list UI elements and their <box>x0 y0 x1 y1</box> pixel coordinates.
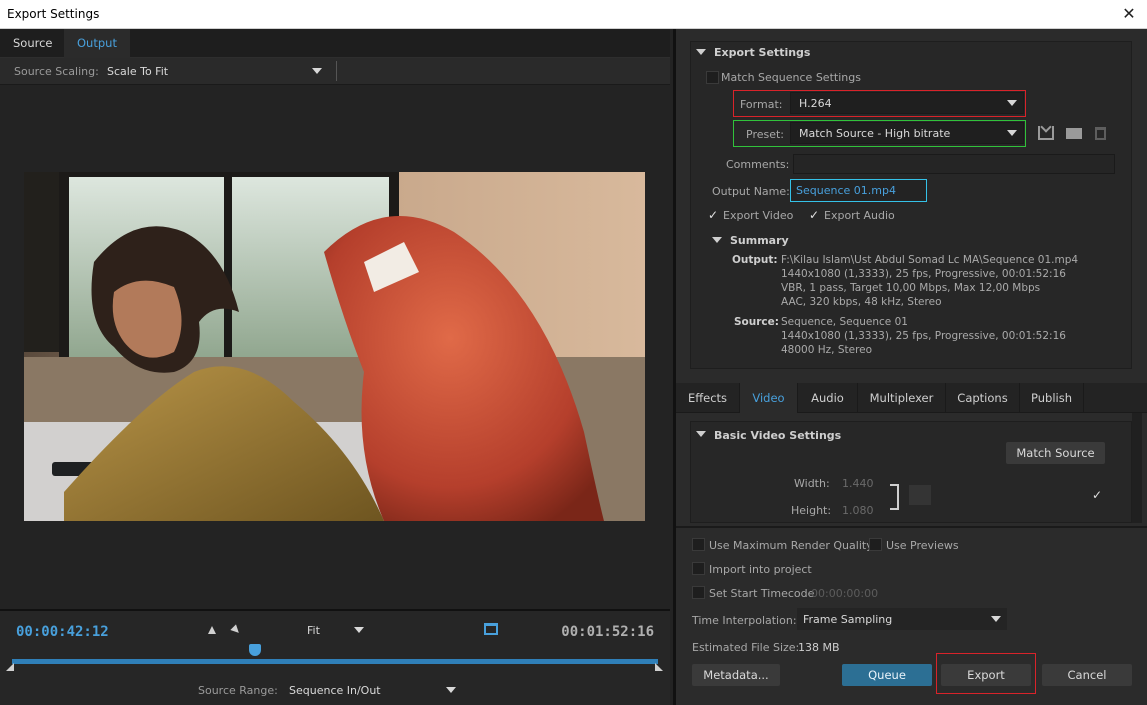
zoom-value: Fit <box>307 624 320 637</box>
queue-button[interactable]: Queue <box>842 664 932 686</box>
out-point-icon[interactable] <box>655 663 663 671</box>
use-previews-label: Use Previews <box>886 539 959 552</box>
video-preview <box>24 172 645 521</box>
match-sequence-label: Match Sequence Settings <box>721 71 861 84</box>
tab-source[interactable]: Source <box>0 29 66 58</box>
time-interpolation-dropdown[interactable]: Frame Sampling <box>797 608 1007 630</box>
start-timecode-label: Set Start Timecode <box>709 587 815 600</box>
output-name-field[interactable]: Sequence 01.mp4 <box>790 179 927 202</box>
width-label: Width: <box>794 477 830 490</box>
match-sequence-checkbox[interactable] <box>706 71 719 84</box>
comments-label: Comments: <box>726 158 790 171</box>
tab-multiplexer[interactable]: Multiplexer <box>858 383 946 413</box>
estimated-size-label: Estimated File Size: <box>692 641 800 654</box>
width-value[interactable]: 1.440 <box>842 477 874 490</box>
output-name-link[interactable]: Sequence 01.mp4 <box>796 184 896 197</box>
video-frame-image <box>24 172 645 521</box>
timeline-track[interactable] <box>12 659 658 664</box>
output-name-label: Output Name: <box>712 185 790 198</box>
tab-captions[interactable]: Captions <box>946 383 1020 413</box>
summary-output-line: F:\Kilau Islam\Ust Abdul Somad Lc MA\Seq… <box>781 254 1079 266</box>
summary-output-line: 1440x1080 (1,3333), 25 fps, Progressive,… <box>781 268 1066 280</box>
import-preset-icon[interactable] <box>1066 128 1082 139</box>
tab-audio[interactable]: Audio <box>798 383 858 413</box>
source-range-label: Source Range: <box>198 684 278 697</box>
tab-publish[interactable]: Publish <box>1020 383 1084 413</box>
export-video-checkbox[interactable]: ✓ <box>708 209 718 221</box>
source-scaling-bar: Source Scaling: Scale To Fit <box>0 58 670 85</box>
comments-field[interactable] <box>793 154 1115 174</box>
start-timecode-checkbox[interactable] <box>692 586 705 599</box>
estimated-size-value: 138 MB <box>798 641 840 654</box>
tab-video[interactable]: Video <box>740 383 798 413</box>
export-video-label: Export Video <box>723 209 794 222</box>
export-audio-checkbox[interactable]: ✓ <box>809 209 819 221</box>
mark-in-icon[interactable] <box>208 626 216 634</box>
summary-output-line: VBR, 1 pass, Target 10,00 Mbps, Max 12,0… <box>781 282 1041 294</box>
in-point-icon[interactable] <box>6 663 14 671</box>
import-into-project-label: Import into project <box>709 563 812 576</box>
chevron-down-icon <box>446 687 456 693</box>
chevron-down-icon <box>991 616 1001 622</box>
height-value[interactable]: 1.080 <box>842 504 874 517</box>
zoom-dropdown[interactable]: Fit <box>302 620 368 640</box>
tab-effects[interactable]: Effects <box>676 383 740 413</box>
max-render-quality-checkbox[interactable] <box>692 538 705 551</box>
aspect-toggle-icon[interactable] <box>484 623 498 635</box>
summary-output-line: AAC, 320 kbps, 48 kHz, Stereo <box>781 296 942 308</box>
collapse-triangle-icon[interactable] <box>696 431 706 437</box>
source-scaling-label: Source Scaling: <box>14 65 99 78</box>
match-checkbox[interactable]: ✓ <box>1092 489 1102 501</box>
time-interpolation-value: Frame Sampling <box>803 613 893 626</box>
export-highlight-box <box>936 653 1036 694</box>
settings-panel: Export Settings Match Sequence Settings … <box>673 29 1147 705</box>
current-timecode[interactable]: 00:00:42:12 <box>16 624 109 640</box>
format-highlight-box <box>733 90 1026 117</box>
close-icon[interactable]: ✕ <box>1111 0 1147 28</box>
trash-icon[interactable] <box>1095 127 1106 140</box>
collapse-triangle-icon[interactable] <box>696 49 706 55</box>
tab-output[interactable]: Output <box>64 29 130 58</box>
basic-video-header: Basic Video Settings <box>714 429 842 442</box>
timeline-panel: 00:00:42:12 Fit 00:01:52:16 Source Range… <box>0 609 670 705</box>
export-audio-label: Export Audio <box>824 209 895 222</box>
duration-timecode: 00:01:52:16 <box>561 624 654 640</box>
aspect-link-icon[interactable] <box>909 485 931 505</box>
metadata-button[interactable]: Metadata... <box>692 664 780 686</box>
preset-highlight-box <box>733 120 1026 147</box>
chevron-down-icon <box>312 68 322 74</box>
summary-source-line: 1440x1080 (1,3333), 25 fps, Progressive,… <box>781 330 1066 342</box>
time-interpolation-label: Time Interpolation: <box>692 614 797 627</box>
mark-out-icon[interactable] <box>230 624 242 636</box>
preview-panel: Source Output Source Scaling: Scale To F… <box>0 29 670 705</box>
source-scaling-value: Scale To Fit <box>107 65 169 78</box>
link-bracket-icon <box>890 484 899 510</box>
summary-source-line: 48000 Hz, Stereo <box>781 344 873 356</box>
summary-output-label: Output: <box>732 254 778 266</box>
height-label: Height: <box>791 504 832 517</box>
summary-source-line: Sequence, Sequence 01 <box>781 316 908 328</box>
settings-scrollbar[interactable] <box>1132 413 1142 523</box>
source-range-value: Sequence In/Out <box>289 684 381 697</box>
divider <box>336 61 337 81</box>
match-source-button[interactable]: Match Source <box>1006 442 1105 464</box>
cancel-button[interactable]: Cancel <box>1042 664 1132 686</box>
start-timecode-value: 00:00:00:00 <box>811 587 879 600</box>
export-settings-header: Export Settings <box>714 46 811 59</box>
source-scaling-dropdown[interactable]: Scale To Fit <box>100 61 328 81</box>
title-bar: Export Settings ✕ <box>0 0 1147 29</box>
settings-tabbar: Effects Video Audio Multiplexer Captions… <box>676 383 1147 413</box>
window-title: Export Settings <box>7 7 100 21</box>
summary-source-label: Source: <box>734 316 779 328</box>
use-previews-checkbox[interactable] <box>869 538 882 551</box>
import-into-project-checkbox[interactable] <box>692 562 705 575</box>
summary-header: Summary <box>730 234 789 247</box>
chevron-down-icon <box>354 627 364 633</box>
source-range-dropdown[interactable]: Sequence In/Out <box>282 679 460 699</box>
playhead-handle[interactable] <box>248 644 261 656</box>
summary-triangle-icon[interactable] <box>712 237 722 243</box>
max-render-quality-label: Use Maximum Render Quality <box>709 539 873 552</box>
preview-tabbar: Source Output <box>0 29 670 58</box>
